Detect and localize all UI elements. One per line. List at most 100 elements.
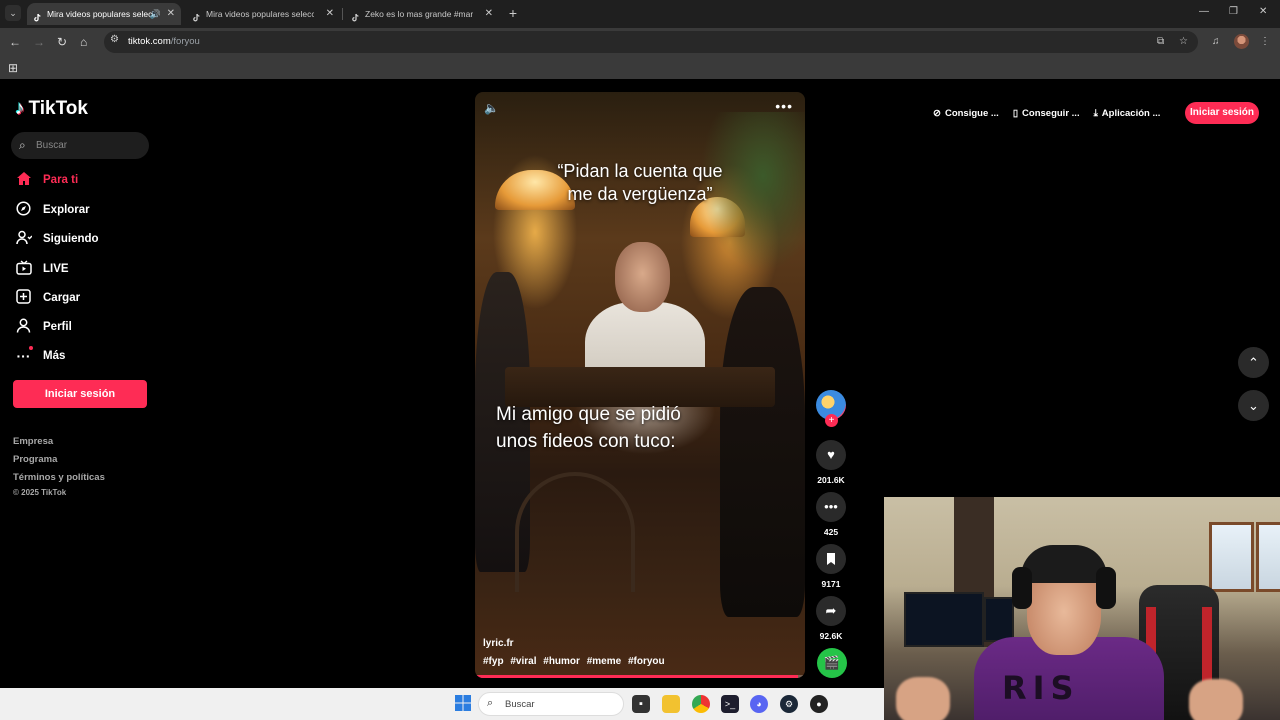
browser-tab-1[interactable]: Mira videos populares seleccionados 🔊 ✕ [27, 3, 181, 25]
video-progress-fill [475, 675, 799, 678]
nav-item-explorar[interactable]: Explorar [15, 199, 90, 221]
desktop-app-button[interactable]: ⤓ Aplicación ... [1094, 108, 1161, 119]
restore-icon[interactable]: ❐ [1229, 6, 1238, 17]
windows-start-icon[interactable] [454, 695, 472, 713]
tiktok-logo[interactable]: ♪ TikTok [15, 98, 88, 120]
close-tab-icon[interactable]: ✕ [167, 3, 175, 25]
site-info-icon[interactable]: ⚙ [110, 34, 119, 45]
chair-back [515, 472, 635, 592]
nav-item-para-ti[interactable]: Para ti [15, 169, 78, 191]
browser-tab-3[interactable]: Zeko es lo mas grande #margin ✕ [345, 3, 499, 25]
share-action[interactable]: ➦ 92.6K [816, 596, 846, 641]
media-control-icon[interactable]: ♫ [1212, 36, 1220, 47]
bookmark-icon[interactable] [816, 544, 846, 574]
search-box: ⌕ [11, 132, 149, 159]
share-icon[interactable]: ➦ [816, 596, 846, 626]
search-input[interactable] [36, 136, 142, 155]
save-action[interactable]: 9171 [816, 544, 846, 589]
hashtag-link[interactable]: #meme [587, 656, 621, 667]
nav-item-mas[interactable]: ··· Más [15, 345, 65, 367]
tab-title: Zeko es lo mas grande #margin [365, 9, 473, 19]
obs-icon[interactable]: ● [810, 695, 828, 713]
profile-avatar[interactable] [1234, 34, 1249, 49]
taskbar-search[interactable]: ⌕ Buscar [478, 692, 624, 716]
back-icon[interactable]: ← [9, 34, 21, 50]
get-coins-button[interactable]: ⊘ Consigue ... [933, 108, 999, 119]
footer-link-terminos[interactable]: Términos y políticas [13, 472, 105, 483]
home-icon [15, 171, 32, 189]
top-login-button[interactable]: Iniciar sesión [1185, 102, 1259, 124]
shirt-text: RIS [1002, 669, 1080, 707]
hashtag-link[interactable]: #viral [510, 656, 536, 667]
nav-item-live[interactable]: LIVE [15, 258, 69, 280]
streamer-hand [896, 677, 950, 720]
browser-tab-strip: ⌄ Mira videos populares seleccionados 🔊 … [0, 0, 1280, 28]
hashtag-link[interactable]: #humor [543, 656, 580, 667]
nav-item-perfil[interactable]: Perfil [15, 316, 72, 338]
close-tab-icon[interactable]: ✕ [326, 3, 334, 25]
phone-icon: ▯ [1012, 107, 1019, 119]
headset [1096, 567, 1116, 609]
url-text: tiktok.com/foryou [128, 36, 200, 47]
close-window-icon[interactable]: ✕ [1259, 6, 1267, 17]
nav-item-cargar[interactable]: Cargar [15, 287, 80, 309]
steam-icon[interactable]: ⚙ [780, 695, 798, 713]
install-app-icon[interactable]: ⧉ [1157, 36, 1164, 47]
forward-icon[interactable]: → [33, 34, 45, 50]
users-icon [15, 230, 32, 248]
notification-dot [29, 346, 33, 350]
tab-search-button[interactable]: ⌄ [5, 5, 21, 21]
like-action[interactable]: ♥ 201.6K [816, 440, 846, 485]
music-disc-icon[interactable]: 🎬 [817, 648, 847, 678]
logo-text: TikTok [28, 98, 88, 119]
top-actions: ⊘ Consigue ... ▯ Conseguir ... ⤓ Aplicación… [933, 101, 1160, 125]
task-view-icon[interactable]: ▪ [632, 695, 650, 713]
volume-icon[interactable]: 🔈 [484, 101, 499, 115]
close-tab-icon[interactable]: ✕ [485, 3, 493, 25]
more-options-icon[interactable]: ••• [775, 98, 793, 114]
chrome-icon[interactable] [692, 695, 710, 713]
speaker-icon[interactable]: 🔊 [150, 3, 161, 25]
tiktok-favicon-icon [33, 9, 43, 22]
comment-icon[interactable]: ••• [816, 492, 846, 522]
hashtag-link[interactable]: #fyp [483, 656, 504, 667]
file-explorer-icon[interactable] [662, 695, 680, 713]
discord-icon[interactable]: ◕ [750, 695, 768, 713]
nav-label: Siguiendo [43, 233, 99, 245]
apps-grid-icon[interactable]: ⊞ [8, 61, 18, 75]
comment-count: 425 [823, 527, 839, 537]
tiktok-favicon-icon [351, 9, 361, 22]
new-tab-icon[interactable]: + [506, 5, 520, 21]
minimize-icon[interactable]: — [1199, 6, 1209, 17]
heart-icon[interactable]: ♥ [816, 440, 846, 470]
video-author[interactable]: lyric.fr [483, 638, 514, 649]
browser-menu-icon[interactable]: ⋮ [1260, 36, 1270, 47]
nav-item-siguiendo[interactable]: Siguiendo [15, 228, 99, 250]
download-icon: ⤓ [1093, 107, 1098, 119]
home-icon[interactable]: ⌂ [80, 34, 87, 50]
browser-tab-2[interactable]: Mira videos populares seleccionados ✕ [186, 3, 340, 25]
bookmark-star-icon[interactable]: ☆ [1179, 36, 1188, 47]
follow-plus-icon[interactable]: + [825, 414, 838, 427]
footer-link-programa[interactable]: Programa [13, 454, 57, 465]
next-video-button[interactable]: ⌄ [1238, 390, 1269, 421]
copyright-text: © 2025 TikTok [13, 488, 67, 497]
tab-title: Mira videos populares seleccionados [47, 9, 155, 19]
video-progress-bar[interactable] [475, 675, 805, 678]
live-tv-icon [15, 260, 32, 278]
hashtag-link[interactable]: #foryou [628, 656, 665, 667]
comment-action[interactable]: ••• 425 [816, 492, 846, 537]
nav-label: Explorar [43, 204, 90, 216]
video-player[interactable]: 🔈 ••• “Pidan la cuenta que me da vergüen… [475, 92, 805, 678]
terminal-icon[interactable]: >_ [721, 695, 739, 713]
video-quote-text: “Pidan la cuenta que me da vergüenza” [557, 161, 723, 205]
get-app-button[interactable]: ▯ Conseguir ... [1013, 108, 1080, 119]
reload-icon[interactable]: ↻ [57, 34, 67, 50]
previous-video-button[interactable]: ⌃ [1238, 347, 1269, 378]
tiktok-favicon-icon [192, 9, 202, 22]
address-bar[interactable]: ⚙ tiktok.com/foryou [104, 31, 1198, 53]
footer-link-empresa[interactable]: Empresa [13, 436, 53, 447]
nav-label: Cargar [43, 292, 81, 304]
login-button[interactable]: Iniciar sesión [13, 380, 147, 408]
tab-divider [342, 8, 343, 20]
